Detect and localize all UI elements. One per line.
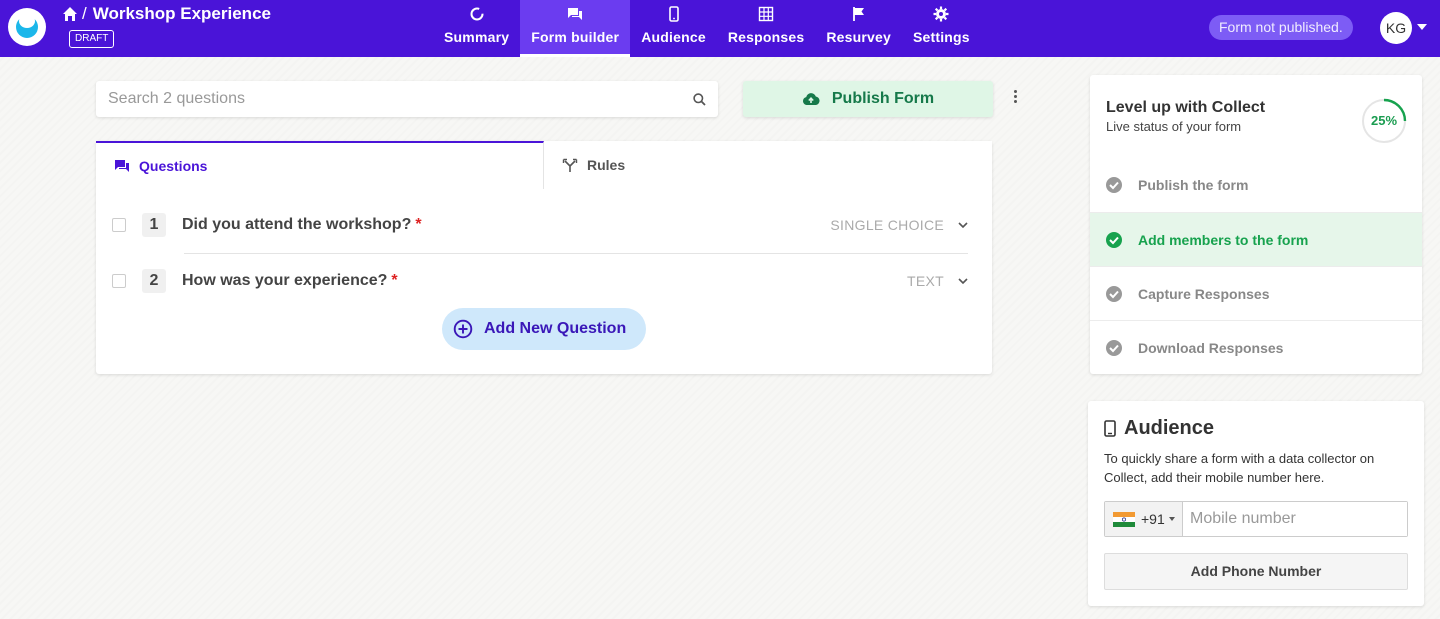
progress-percent: 25%	[1370, 113, 1398, 128]
tab-audience[interactable]: Audience	[630, 0, 717, 57]
step-add-members[interactable]: Add members to the form	[1090, 212, 1422, 266]
check-circle-icon	[1106, 339, 1122, 356]
step-label: Capture Responses	[1138, 285, 1270, 302]
phone-input-group: +91	[1104, 501, 1408, 537]
home-icon[interactable]	[62, 6, 78, 22]
breadcrumb: / Workshop Experience	[62, 4, 271, 24]
chevron-down-icon[interactable]	[958, 277, 968, 285]
summary-ring-icon	[470, 7, 484, 21]
add-question-button[interactable]: Add New Question	[442, 308, 646, 350]
avatar[interactable]: KG	[1380, 12, 1412, 44]
cloud-upload-icon	[802, 93, 820, 105]
audience-description: To quickly share a form with a data coll…	[1104, 451, 1375, 485]
tab-summary[interactable]: Summary	[433, 0, 520, 57]
tab-resurvey-label: Resurvey	[826, 29, 891, 45]
mobile-icon	[668, 6, 679, 22]
search-icon[interactable]	[693, 93, 706, 106]
question-type: SINGLE CHOICE	[830, 217, 944, 233]
publish-form-label: Publish Form	[831, 90, 935, 107]
search-input[interactable]	[96, 81, 718, 117]
audience-heading: Audience	[1104, 417, 1214, 440]
step-label: Download Responses	[1138, 339, 1284, 356]
gear-icon	[933, 6, 949, 22]
chat-icon	[568, 8, 583, 20]
india-flag-icon	[1113, 511, 1135, 527]
step-capture-responses[interactable]: Capture Responses	[1090, 266, 1422, 320]
question-number: 2	[142, 269, 166, 293]
top-bar: / Workshop Experience DRAFT Summary Form…	[0, 0, 1440, 57]
required-marker: *	[391, 272, 398, 289]
question-type: TEXT	[907, 273, 944, 289]
required-marker: *	[415, 216, 422, 233]
app-logo[interactable]	[8, 8, 46, 46]
progress-subtitle: Live status of your form	[1106, 119, 1242, 134]
tab-responses[interactable]: Responses	[717, 0, 816, 57]
builder-tabs: Questions Rules	[96, 141, 992, 189]
country-code: +91	[1141, 511, 1165, 527]
check-circle-icon	[1106, 231, 1122, 248]
step-publish-form[interactable]: Publish the form	[1090, 158, 1422, 212]
plus-circle-icon	[453, 319, 473, 339]
fork-icon	[562, 158, 578, 172]
question-row[interactable]: 2 How was your experience? * TEXT	[112, 256, 968, 306]
breadcrumb-separator: /	[82, 4, 87, 23]
tab-settings[interactable]: Settings	[902, 0, 981, 57]
question-title: Did you attend the workshop?	[182, 216, 412, 233]
flag-icon	[852, 7, 864, 21]
question-title: How was your experience?	[182, 272, 388, 289]
add-phone-number-button[interactable]: Add Phone Number	[1104, 553, 1408, 590]
chat-icon	[115, 159, 129, 172]
tab-questions-label: Questions	[139, 158, 208, 174]
tab-responses-label: Responses	[727, 29, 805, 45]
step-label: Publish the form	[1138, 177, 1249, 193]
divider	[184, 253, 968, 254]
tab-questions[interactable]: Questions	[96, 141, 544, 189]
questions-card: Questions Rules 1 Did you attend the wor…	[96, 141, 992, 374]
step-download-responses[interactable]: Download Responses	[1090, 320, 1422, 374]
chevron-down-icon[interactable]	[958, 221, 968, 229]
tab-summary-label: Summary	[444, 29, 510, 45]
caret-down-icon	[1168, 517, 1175, 521]
question-checkbox[interactable]	[112, 274, 126, 288]
grid-icon	[758, 6, 774, 22]
main-nav: Summary Form builder Audience Responses …	[433, 0, 981, 57]
tab-rules-label: Rules	[587, 157, 626, 173]
tab-resurvey[interactable]: Resurvey	[815, 0, 902, 57]
country-code-select[interactable]: +91	[1105, 502, 1183, 536]
tab-form-builder[interactable]: Form builder	[520, 0, 631, 57]
check-circle-icon	[1106, 285, 1122, 302]
form-title[interactable]: Workshop Experience	[93, 4, 271, 24]
audience-card: Audience To quickly share a form with a …	[1088, 401, 1424, 606]
tab-audience-label: Audience	[641, 29, 706, 45]
question-checkbox[interactable]	[112, 218, 126, 232]
mobile-icon	[1104, 420, 1116, 437]
draft-badge: DRAFT	[69, 30, 115, 48]
tab-settings-label: Settings	[912, 29, 970, 45]
audience-title: Audience	[1124, 417, 1215, 439]
question-search	[96, 81, 718, 117]
check-circle-icon	[1106, 177, 1122, 193]
question-row[interactable]: 1 Did you attend the workshop? * SINGLE C…	[112, 200, 968, 250]
progress-title: Level up with Collect	[1106, 99, 1266, 116]
tab-rules[interactable]: Rules	[544, 141, 992, 189]
progress-card: Level up with Collect Live status of you…	[1090, 75, 1422, 374]
publish-form-button[interactable]: Publish Form	[743, 81, 993, 117]
publish-status-badge: Form not published.	[1209, 15, 1353, 40]
step-label: Add members to the form	[1138, 231, 1309, 248]
more-options-icon[interactable]	[1010, 90, 1020, 108]
question-text: Did you attend the workshop? *	[182, 216, 830, 234]
question-text: How was your experience? *	[182, 272, 907, 290]
mobile-number-input[interactable]	[1183, 502, 1407, 536]
add-question-label: Add New Question	[484, 320, 627, 337]
tab-form-builder-label: Form builder	[531, 29, 620, 45]
account-menu-caret-icon[interactable]	[1417, 24, 1427, 30]
question-number: 1	[142, 213, 166, 237]
